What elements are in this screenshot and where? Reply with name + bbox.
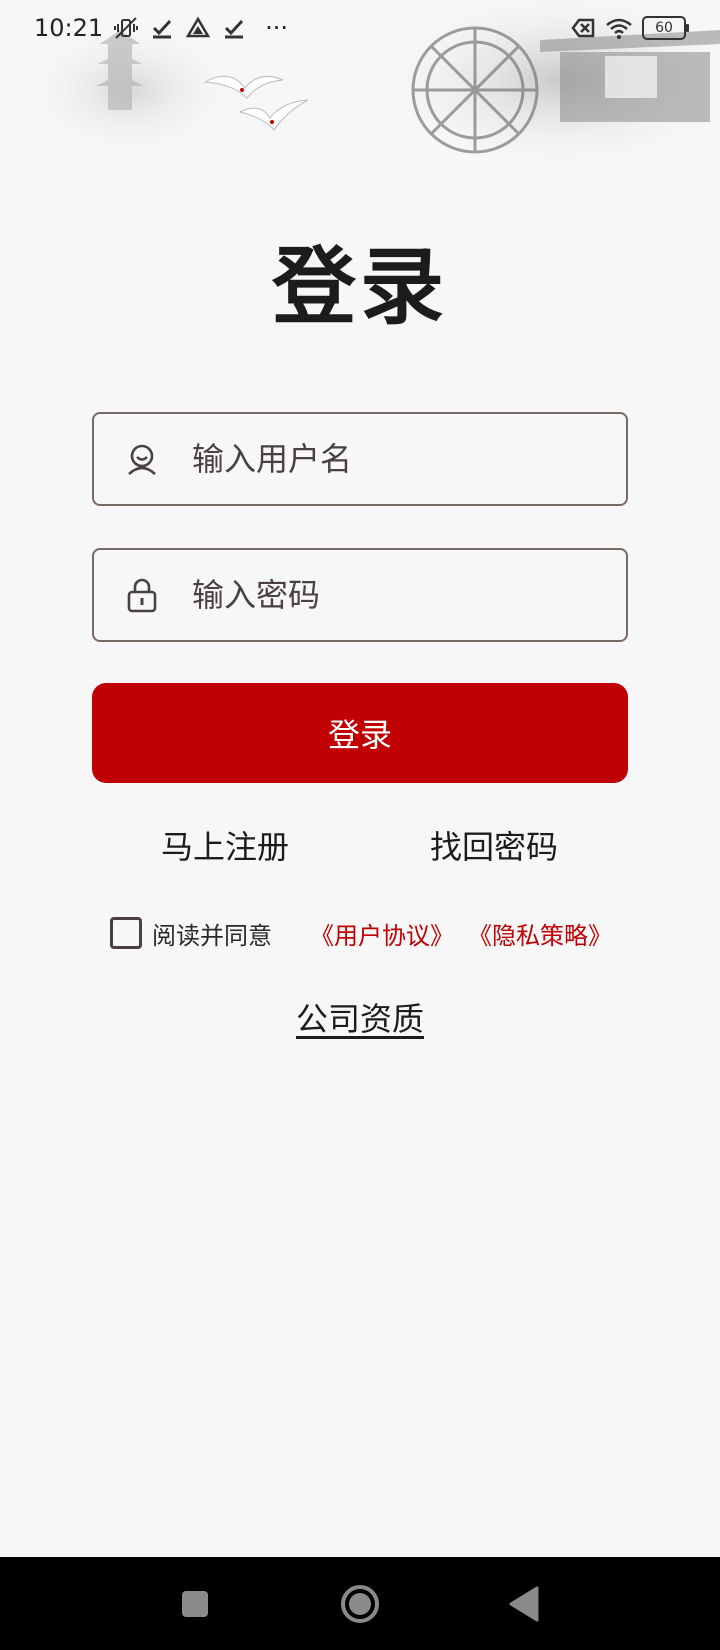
check-icon (153, 19, 172, 39)
username-input[interactable] (190, 428, 626, 490)
user-agreement-link[interactable]: 《用户协议》 (310, 916, 454, 951)
battery-indicator: 60 (642, 16, 689, 40)
home-button[interactable] (320, 1557, 400, 1650)
wifi-icon (606, 18, 632, 39)
back-triangle-icon (509, 1586, 539, 1621)
back-button[interactable] (484, 1557, 564, 1650)
system-navigation-bar (0, 1557, 720, 1650)
username-field[interactable] (92, 412, 628, 506)
company-qualification-link[interactable]: 公司资质 (0, 994, 720, 1040)
privacy-policy-link[interactable]: 《隐私策略》 (468, 916, 612, 951)
sim-error-icon (571, 18, 595, 38)
agree-checkbox[interactable] (110, 917, 142, 949)
square-icon (182, 1590, 208, 1617)
drive-icon (185, 16, 211, 38)
register-link[interactable]: 马上注册 (161, 822, 289, 868)
vibrate-off-icon (114, 17, 139, 39)
lock-icon (124, 577, 160, 613)
status-bar: 10:21 ··· 60 (0, 0, 720, 56)
password-input[interactable] (190, 564, 626, 626)
auth-links: 马上注册 找回密码 (0, 822, 720, 872)
check-icon (225, 19, 244, 39)
agreement-row: 阅读并同意 《用户协议》 《隐私策略》 (110, 913, 612, 953)
login-button[interactable]: 登录 (92, 683, 628, 783)
status-time: 10:21 (34, 14, 104, 42)
password-field[interactable] (92, 548, 628, 642)
company-qualification-label[interactable]: 公司资质 (296, 1000, 424, 1038)
recent-apps-button[interactable] (155, 1557, 235, 1650)
home-circle-icon (341, 1584, 379, 1623)
recover-password-link[interactable]: 找回密码 (430, 822, 558, 868)
page-title: 登录 (271, 238, 448, 336)
agree-label: 阅读并同意 (152, 921, 272, 950)
more-notifications-icon: ··· (265, 14, 289, 42)
user-icon (124, 441, 160, 477)
